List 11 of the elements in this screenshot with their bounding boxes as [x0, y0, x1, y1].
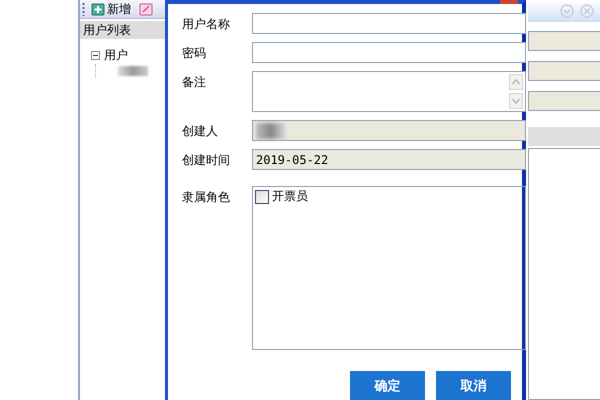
panel-header: 用户列表 — [80, 21, 165, 39]
field-label: 隶属角色 — [182, 189, 231, 206]
field-label: 创建人 — [182, 123, 219, 140]
field-label: 备注 — [182, 74, 207, 91]
field-label: 密码 — [182, 45, 207, 62]
checkbox-label[interactable]: 开票员 — [272, 188, 308, 205]
field-label: 用户名称 — [182, 16, 231, 33]
cancel-button[interactable]: 取消 — [436, 371, 511, 400]
confirm-button[interactable]: 确定 — [350, 371, 425, 400]
tree-item[interactable]: 用户 — [104, 47, 128, 64]
field-label: 创建时间 — [182, 152, 231, 169]
